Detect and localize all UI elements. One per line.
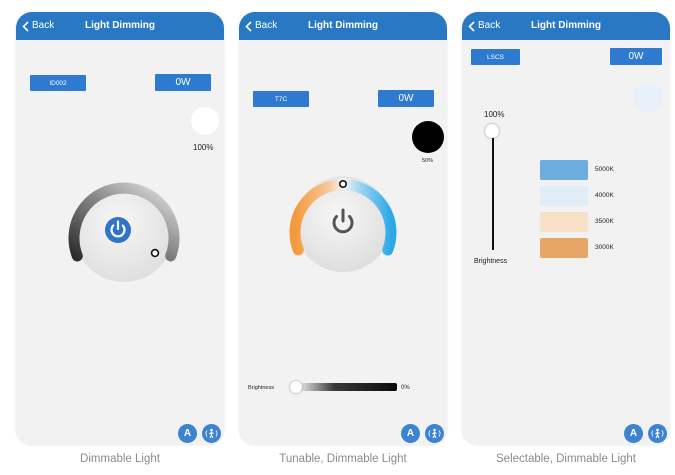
- device-id-button[interactable]: T7C: [253, 91, 309, 107]
- page-title: Light Dimming: [531, 20, 601, 31]
- brightness-label: Brightness: [248, 385, 274, 391]
- brightness-slider[interactable]: [290, 381, 397, 393]
- color-temp-label: 3000K: [595, 244, 614, 251]
- brightness-vertical-slider[interactable]: [492, 130, 494, 250]
- motion-sensor-button[interactable]: [202, 424, 221, 443]
- brightness-percent: 0%: [401, 385, 410, 391]
- brightness-percent: 100%: [193, 143, 214, 152]
- dimmer-dial[interactable]: [60, 168, 188, 296]
- motion-sensor-icon: [428, 428, 441, 439]
- color-preview-indicator: [633, 82, 663, 112]
- motion-sensor-icon: [651, 428, 664, 439]
- motion-sensor-button[interactable]: [648, 424, 667, 443]
- auto-mode-button[interactable]: A: [624, 424, 643, 443]
- caption-tunable: Tunable, Dimmable Light: [279, 453, 407, 465]
- color-percent: 50%: [422, 158, 434, 164]
- phone-screen-dimmable: Back Light Dimming ID002 0W 100% A: [16, 12, 224, 445]
- dial-handle[interactable]: [338, 179, 347, 188]
- caption-dimmable: Dimmable Light: [80, 453, 160, 465]
- power-icon[interactable]: [105, 217, 131, 243]
- page-title: Light Dimming: [85, 20, 155, 31]
- brightness-label: Brightness: [474, 258, 508, 265]
- color-temp-swatch-5000k[interactable]: [540, 160, 588, 180]
- dial-knob: [295, 176, 391, 272]
- dial-handle[interactable]: [150, 248, 160, 258]
- caption-selectable: Selectable, Dimmable Light: [496, 453, 636, 465]
- auto-mode-icon: A: [183, 428, 192, 439]
- color-preview-indicator: [412, 121, 444, 153]
- color-temperature-dial[interactable]: [279, 160, 407, 288]
- color-temp-swatch-3500k[interactable]: [540, 212, 588, 232]
- nav-bar: Back Light Dimming: [239, 12, 447, 40]
- motion-sensor-button[interactable]: [425, 424, 444, 443]
- wattage-button[interactable]: 0W: [155, 74, 211, 91]
- phone-screen-selectable: Back Light Dimming LSCS 0W 100% Brightne…: [462, 12, 670, 445]
- auto-mode-icon: A: [629, 428, 638, 439]
- color-temp-label: 4000K: [595, 192, 614, 199]
- auto-mode-icon: A: [406, 428, 415, 439]
- brightness-percent: 100%: [484, 110, 505, 119]
- brightness-slider-thumb[interactable]: [485, 124, 499, 138]
- page-title: Light Dimming: [308, 20, 378, 31]
- wattage-button[interactable]: 0W: [378, 90, 434, 107]
- auto-mode-button[interactable]: A: [401, 424, 420, 443]
- nav-bar: Back Light Dimming: [462, 12, 670, 40]
- wattage-button[interactable]: 0W: [610, 48, 662, 65]
- device-id-button[interactable]: ID002: [30, 75, 86, 91]
- nav-bar: Back Light Dimming: [16, 12, 224, 40]
- brightness-slider-thumb[interactable]: [290, 381, 302, 393]
- phone-screen-tunable: Back Light Dimming T7C 0W 50% Brightness…: [239, 12, 447, 445]
- color-temp-swatch-4000k[interactable]: [540, 186, 588, 206]
- device-id-button[interactable]: LSCS: [471, 49, 520, 65]
- color-temp-swatch-3000k[interactable]: [540, 238, 588, 258]
- brightness-preview-indicator: [191, 107, 219, 135]
- auto-mode-button[interactable]: A: [178, 424, 197, 443]
- color-temp-label: 5000K: [595, 166, 614, 173]
- motion-sensor-icon: [205, 428, 218, 439]
- color-temp-label: 3500K: [595, 218, 614, 225]
